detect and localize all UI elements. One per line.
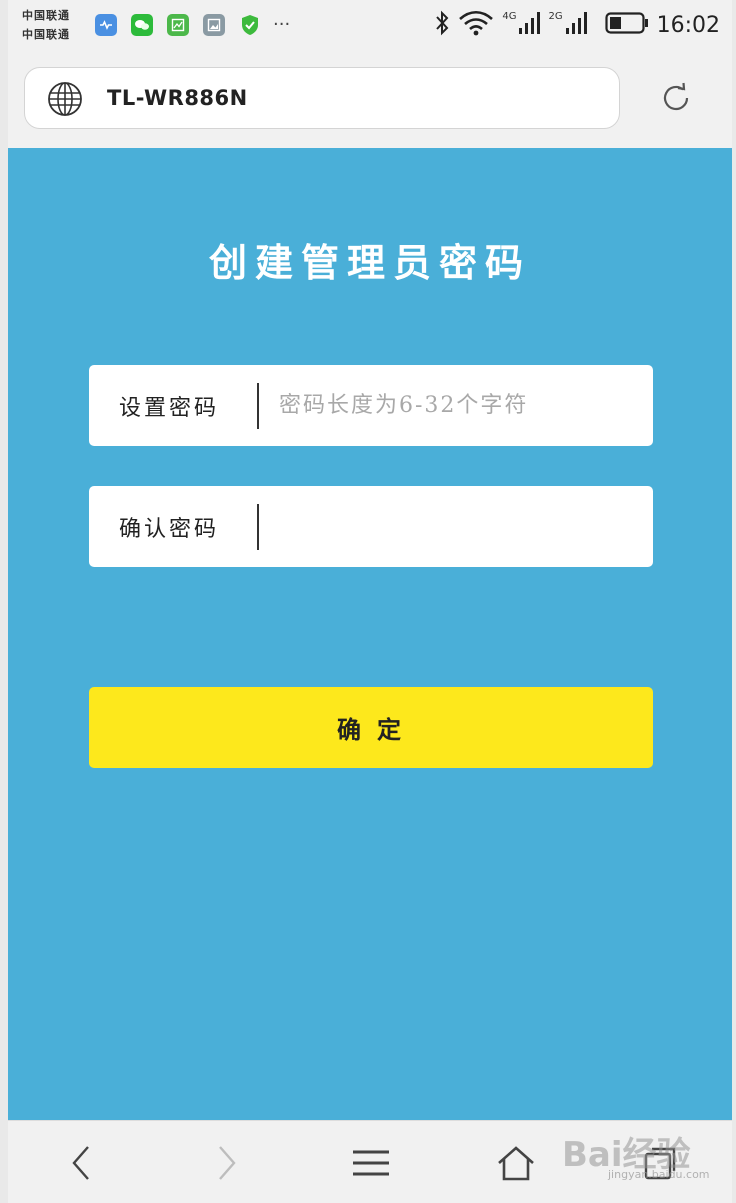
gallery-app-icon (167, 14, 189, 36)
home-button[interactable] (494, 1143, 538, 1187)
password-label: 设置密码 (119, 396, 220, 421)
page-title: 创建管理员密码 (208, 240, 531, 285)
menu-button[interactable] (349, 1143, 393, 1187)
image-app-icon (203, 14, 225, 36)
network-type-2: 2G (548, 10, 563, 22)
health-app-icon (95, 14, 117, 36)
confirm-password-field[interactable]: 确认密码 (89, 486, 653, 567)
signal-icon (565, 10, 587, 40)
signal-icon (518, 10, 541, 40)
confirm-password-label: 确认密码 (119, 517, 220, 542)
clock: 16:02 (656, 12, 720, 38)
more-notifications-icon: ··· (273, 14, 291, 35)
password-input[interactable] (279, 381, 639, 429)
address-text[interactable]: TL-WR886N (107, 86, 248, 110)
carrier-info: 中国联通 中国联通 (22, 6, 70, 44)
field-divider (257, 383, 259, 429)
carrier-label-1: 中国联通 (22, 9, 70, 22)
network-type-1: 4G (502, 10, 517, 22)
back-button[interactable] (60, 1143, 104, 1187)
menu-icon (352, 1148, 390, 1182)
status-bar: 中国联通 中国联通 ··· 4G 2G 16:02 (8, 0, 732, 56)
watermark-url: jingyan.baidu.com (608, 1168, 710, 1181)
carrier-label-2: 中国联通 (22, 28, 70, 41)
system-indicators: 4G 2G 16:02 (434, 10, 720, 40)
address-bar[interactable]: TL-WR886N (24, 67, 620, 129)
notification-icons: ··· (95, 14, 290, 36)
phone-screen: 中国联通 中国联通 ··· 4G 2G 16:02 TL-WR886N 创建管理… (8, 0, 732, 1203)
confirm-button[interactable]: 确定 (89, 687, 653, 768)
globe-icon (47, 81, 83, 121)
shield-icon (239, 14, 261, 36)
chevron-right-icon (214, 1145, 238, 1185)
refresh-icon[interactable] (658, 80, 694, 120)
wechat-icon (131, 14, 153, 36)
chevron-left-icon (70, 1145, 94, 1185)
confirm-password-input[interactable] (279, 502, 639, 550)
bluetooth-icon (434, 10, 450, 40)
home-icon (496, 1145, 536, 1185)
wifi-icon (458, 10, 494, 40)
password-field[interactable]: 设置密码 (89, 365, 653, 446)
forward-button[interactable] (204, 1143, 248, 1187)
battery-icon (604, 11, 649, 39)
router-setup-page: 创建管理员密码 设置密码 确认密码 确定 (8, 148, 732, 1120)
field-divider (257, 504, 259, 550)
